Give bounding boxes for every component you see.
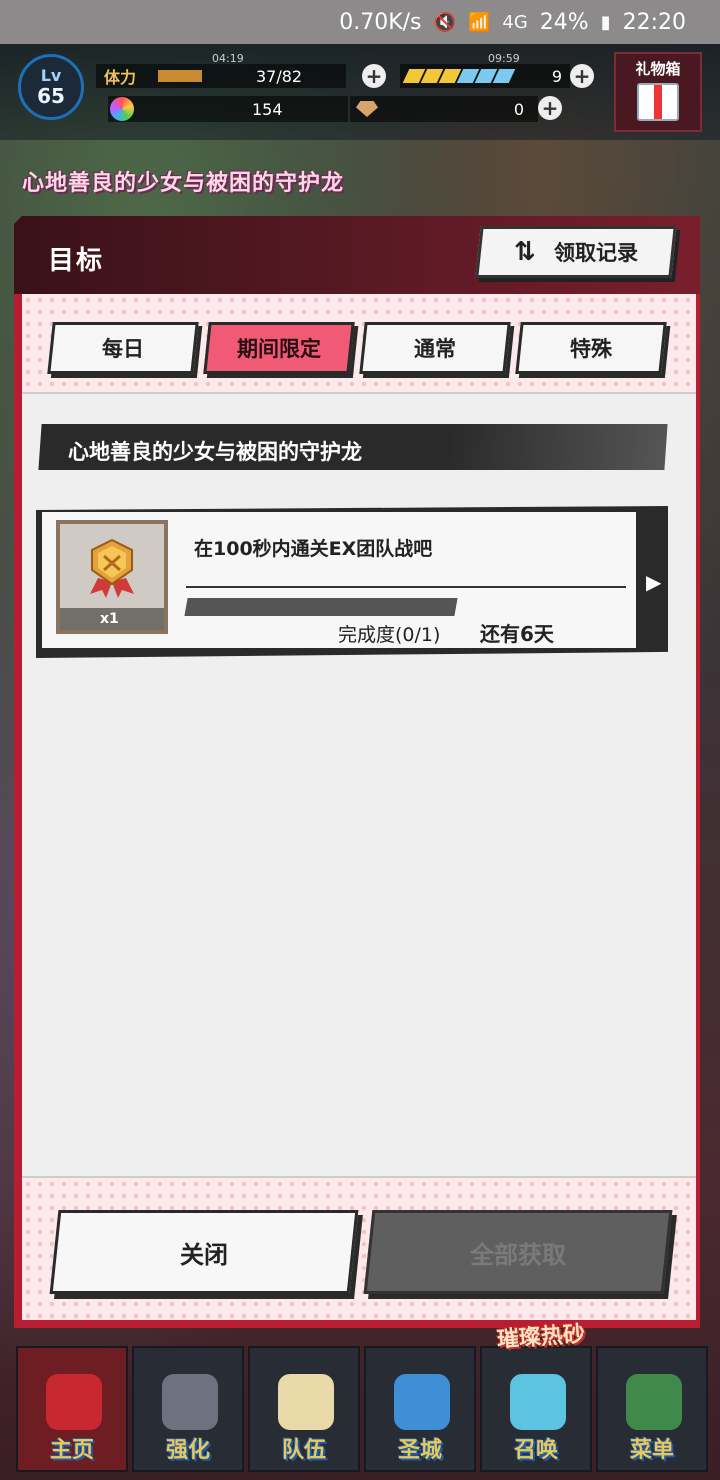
mission-title: 在100秒内通关EX团队战吧 bbox=[194, 538, 433, 560]
nav-label: 主页 bbox=[49, 1438, 94, 1463]
progress-text: 完成度(0/1) bbox=[338, 624, 441, 646]
clock: 22:20 bbox=[622, 9, 686, 35]
reward-count: x1 bbox=[60, 608, 164, 630]
nav-label: 召唤 bbox=[513, 1438, 558, 1463]
status-bar: 0.70K/s 🔇 📶 4G 24% ▮ 22:20 bbox=[0, 0, 720, 44]
claim-all-label: 全部获取 bbox=[470, 1240, 566, 1269]
nav-label: 队伍 bbox=[281, 1438, 326, 1463]
progress-bar bbox=[184, 598, 458, 616]
mute-icon: 🔇 bbox=[433, 11, 456, 33]
tab-label: 期间限定 bbox=[237, 337, 321, 361]
stamina-box: 体力 37/82 bbox=[96, 64, 346, 88]
claim-history-label: 领取记录 bbox=[553, 241, 638, 265]
tab-daily[interactable]: 每日 bbox=[47, 322, 199, 374]
dialog-title: 目标 bbox=[48, 246, 105, 276]
tab-bar: 每日 期间限定 通常 特殊 bbox=[22, 294, 696, 394]
team-icon bbox=[278, 1374, 334, 1430]
claim-all-button[interactable]: 全部获取 bbox=[363, 1210, 673, 1294]
tab-special[interactable]: 特殊 bbox=[515, 322, 667, 374]
castle-icon bbox=[394, 1374, 450, 1430]
chevron-right-icon[interactable]: ▶ bbox=[646, 570, 661, 594]
close-button[interactable]: 关闭 bbox=[49, 1210, 359, 1294]
gift-box-label: 礼物箱 bbox=[635, 60, 681, 78]
add-crystal-button[interactable]: + bbox=[538, 96, 562, 120]
stamina-label: 体力 bbox=[104, 68, 137, 87]
refresh-icon: ⇅ bbox=[514, 237, 536, 267]
nav-home[interactable]: 主页 bbox=[16, 1346, 128, 1472]
time-remaining: 还有6天 bbox=[480, 622, 554, 646]
mission-divider bbox=[186, 586, 626, 588]
claim-history-button[interactable]: ⇅ 领取记录 bbox=[475, 226, 677, 278]
nav-label: 圣城 bbox=[397, 1438, 442, 1463]
crystal-summon-icon bbox=[510, 1374, 566, 1430]
dialog-footer: 关闭 全部获取 bbox=[22, 1176, 696, 1320]
home-icon bbox=[46, 1374, 102, 1430]
crystal-count: 0 bbox=[513, 99, 524, 119]
wing-box: 9 bbox=[400, 64, 570, 88]
dialog-body: 每日 期间限定 通常 特殊 心地善良的少女与被困的守护龙 ▶ x1 在100秒内… bbox=[22, 294, 696, 1320]
crystal-box: 0 bbox=[350, 96, 538, 122]
hammer-icon bbox=[162, 1374, 218, 1430]
rainbow-gem-icon bbox=[110, 97, 134, 121]
level-value: 65 bbox=[37, 84, 65, 108]
add-stamina-button[interactable]: + bbox=[362, 64, 386, 88]
nav-holy-city[interactable]: 圣城 bbox=[364, 1346, 476, 1472]
level-badge[interactable]: Lv 65 bbox=[18, 54, 84, 120]
net-speed: 0.70K/s bbox=[339, 9, 422, 35]
gem-count: 154 bbox=[252, 99, 283, 119]
tab-normal[interactable]: 通常 bbox=[359, 322, 511, 374]
gift-icon bbox=[637, 83, 679, 121]
gift-box-button[interactable]: 礼物箱 bbox=[614, 52, 702, 132]
wing-count: 9 bbox=[551, 66, 562, 86]
battery-level: 24% bbox=[539, 9, 589, 35]
level-label: Lv bbox=[40, 66, 62, 85]
objective-dialog: 目标 ⇅ 领取记录 每日 期间限定 通常 特殊 心地善良的少女与被困的守护龙 ▶ bbox=[14, 216, 700, 1328]
add-wing-button[interactable]: + bbox=[570, 64, 594, 88]
nav-team[interactable]: 队伍 bbox=[248, 1346, 360, 1472]
event-section-title: 心地善良的少女与被困的守护龙 bbox=[68, 440, 362, 464]
reward-item[interactable]: x1 bbox=[56, 520, 168, 634]
signal-icon: 4G bbox=[502, 11, 528, 33]
gem-box: 154 bbox=[108, 96, 348, 122]
wifi-icon: 📶 bbox=[467, 11, 491, 33]
player-hud: Lv 65 04:19 体力 37/82 + 154 09:59 9 + 0 +… bbox=[0, 44, 720, 140]
nav-summon[interactable]: 召唤 bbox=[480, 1346, 592, 1472]
dialog-header: 目标 ⇅ 领取记录 bbox=[14, 216, 700, 294]
event-banner-text: 心地善良的少女与被困的守护龙 bbox=[22, 171, 345, 196]
reward-item-inner: x1 bbox=[60, 524, 164, 630]
tab-label: 每日 bbox=[102, 337, 144, 361]
book-icon bbox=[626, 1374, 682, 1430]
tab-label: 通常 bbox=[414, 337, 456, 361]
stamina-bar bbox=[158, 70, 202, 82]
stamina-value: 37/82 bbox=[256, 66, 303, 86]
nav-enhance[interactable]: 强化 bbox=[132, 1346, 244, 1472]
tab-label: 特殊 bbox=[570, 337, 612, 361]
medal-icon bbox=[90, 538, 134, 598]
crystal-icon bbox=[356, 101, 378, 117]
nav-label: 强化 bbox=[165, 1438, 210, 1463]
battery-icon: ▮ bbox=[600, 11, 611, 33]
bottom-nav: 主页 强化 队伍 圣城 召唤 菜单 璀璨热砂 bbox=[0, 1322, 720, 1480]
close-button-label: 关闭 bbox=[180, 1240, 228, 1269]
tab-limited[interactable]: 期间限定 bbox=[203, 322, 355, 374]
nav-menu[interactable]: 菜单 bbox=[596, 1346, 708, 1472]
nav-label: 菜单 bbox=[629, 1438, 674, 1463]
